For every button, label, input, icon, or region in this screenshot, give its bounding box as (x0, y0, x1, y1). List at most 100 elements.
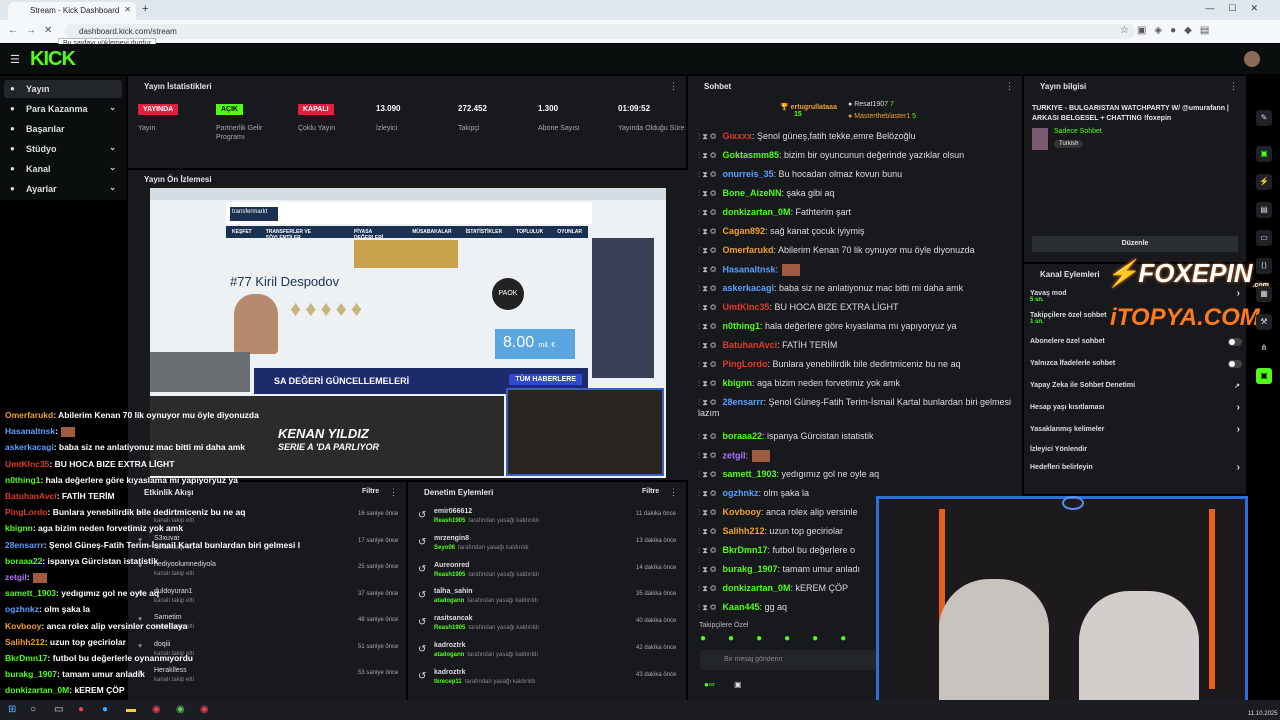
channel-action-row[interactable]: Yapay Zeka ile Sohbet Denetimi ↗ (1030, 382, 1242, 396)
sidebar-item-4[interactable]: ● Kanal ⌄ (4, 160, 122, 178)
moderated-user[interactable]: Aureonred (434, 562, 469, 569)
dashboard-icon[interactable]: ▣ (1256, 146, 1272, 162)
moderation-icons[interactable]: ⫶ ⧗ ◎ (698, 246, 716, 255)
new-tab-icon[interactable]: + (142, 3, 148, 15)
chat-username[interactable]: Cagan892 (722, 226, 765, 236)
moderation-icons[interactable]: ⫶ ⧗ ◎ (698, 508, 716, 517)
chat-message[interactable]: ⫶ ⧗ ◎ n0thing1: hala değerlere göre kıyas… (698, 321, 1016, 332)
pencil-icon[interactable]: ✎ (1256, 110, 1272, 126)
activity-filter[interactable]: Filtre (362, 488, 379, 495)
chat-username[interactable]: burakg_1907 (722, 564, 777, 574)
moderation-icons[interactable]: ⫶ ⧗ ◎ (698, 451, 716, 460)
extension-icons[interactable]: ☆▣◈●◆▤ (1120, 25, 1217, 36)
chat-username[interactable]: Hasanaltnsk (722, 264, 775, 274)
search-icon[interactable]: ○ (30, 704, 36, 715)
channel-action-row[interactable]: İzleyici Yönlendir (1030, 446, 1242, 460)
address-bar[interactable]: dashboard.kick.com/stream (65, 24, 1135, 39)
emote-row[interactable]: ●●●●●● (700, 633, 868, 644)
channel-action-row[interactable]: Yalnızca İfadelerle sohbet (1030, 360, 1242, 374)
moderation-icons[interactable]: ⫶ ⧗ ◎ (698, 379, 716, 388)
browser-tab[interactable]: Stream - Kick Dashboard ✕ (8, 2, 136, 20)
sidebar-item-1[interactable]: ● Para Kazanma ⌄ (4, 100, 122, 118)
emote-picker-icon[interactable]: ●∞ (704, 680, 715, 689)
back-icon[interactable]: ← (8, 25, 18, 36)
obs-icon[interactable]: ◉ (200, 704, 209, 715)
chat-username[interactable]: Omerfarukd (722, 245, 773, 255)
channel-action-row[interactable]: Yavaş mod 5 sn. › (1030, 288, 1242, 304)
chat-message[interactable]: ⫶ ⧗ ◎ Hasanaltnsk: (698, 264, 1016, 276)
sidebar-item-3[interactable]: ● Stüdyo ⌄ (4, 140, 122, 158)
moderation-icons[interactable]: ⫶ ⧗ ◎ (698, 284, 716, 293)
moderation-icons[interactable]: ⫶ ⧗ ◎ (698, 398, 716, 407)
stop-icon[interactable]: ✕ (44, 25, 52, 36)
channel-action-row[interactable]: Yasaklanmış kelimeler › (1030, 424, 1242, 440)
moderation-icons[interactable]: ⫶ ⧗ ◎ (698, 208, 716, 217)
moderation-icons[interactable]: ⫶ ⧗ ◎ (698, 132, 716, 141)
chat-username[interactable]: BkrDmn17 (722, 545, 767, 555)
chat-message[interactable]: ⫶ ⧗ ◎ boraaa22: ispanya Gürcistan istatis… (698, 431, 1016, 442)
moderation-icons[interactable]: ⫶ ⧗ ◎ (698, 603, 716, 612)
moderation-icons[interactable]: ⫶ ⧗ ◎ (698, 527, 716, 536)
moderation-icons[interactable]: ⫶ ⧗ ◎ (698, 470, 716, 479)
chat-message[interactable]: ⫶ ⧗ ◎ Bone_AizeNN: şaka gibi aq (698, 188, 1016, 199)
chat-username[interactable]: zetgil (722, 450, 745, 460)
message-icon[interactable]: ▭ (1256, 230, 1272, 246)
window-controls[interactable]: —☐✕ (1205, 3, 1272, 14)
more-icon[interactable]: ⋮ (389, 487, 398, 498)
chat-username[interactable]: Kovbooy (722, 507, 761, 517)
chat-message[interactable]: ⫶ ⧗ ◎ Omerfarukd: Abilerim Kenan 70 lik o… (698, 245, 1016, 256)
moderation-icons[interactable]: ⫶ ⧗ ◎ (698, 189, 716, 198)
moderation-icons[interactable]: ⫶ ⧗ ◎ (698, 265, 716, 274)
chat-username[interactable]: onurreis_35 (722, 169, 773, 179)
chat-username[interactable]: Bone_AizeNN (722, 188, 781, 198)
chat-message[interactable]: ⫶ ⧗ ◎ UmtKlnc35: BU HOCA BIZE EXTRA LİGHT (698, 302, 1016, 313)
moderation-icons[interactable]: ⫶ ⧗ ◎ (698, 303, 716, 312)
moderation-icons[interactable]: ⫶ ⧗ ◎ (698, 565, 716, 574)
sidebar-item-0[interactable]: ● Yayın (4, 80, 122, 98)
chat-username[interactable]: donkizartan_0M (722, 583, 790, 593)
chat-message[interactable]: ⫶ ⧗ ◎ onurreis_35: Bu hocadan olmaz kovun… (698, 169, 1016, 180)
chat-username[interactable]: kbignn (722, 378, 752, 388)
chat-message[interactable]: ⫶ ⧗ ◎ Goktasmm85: bizim bir oyuncunun değ… (698, 150, 1016, 161)
chat-username[interactable]: askerkacagi (722, 283, 774, 293)
chat-username[interactable]: BatuhanAvci (722, 340, 777, 350)
moderation-icons[interactable]: ⫶ ⧗ ◎ (698, 227, 716, 236)
moderation-icons[interactable]: ⫶ ⧗ ◎ (698, 432, 716, 441)
toggle-switch[interactable] (1228, 338, 1242, 346)
moderation-icons[interactable]: ⫶ ⧗ ◎ (698, 584, 716, 593)
more-icon[interactable]: ⋮ (669, 487, 678, 498)
chat-message[interactable]: ⫶ ⧗ ◎ zetgil: (698, 450, 1016, 462)
chat-message[interactable]: ⫶ ⧗ ◎ 28ensarrr: Şenol Güneş-Fatih Terim-… (698, 397, 1016, 418)
chat-username[interactable]: Salihh212 (722, 526, 764, 536)
chat-username[interactable]: Goktasmm85 (722, 150, 779, 160)
windows-start-icon[interactable]: ⊞ (8, 704, 16, 715)
moderated-user[interactable]: emir066612 (434, 508, 472, 515)
moderated-user[interactable]: mrzengin8 (434, 535, 469, 542)
close-icon[interactable]: ✕ (124, 5, 131, 14)
chrome-icon[interactable]: ◉ (152, 704, 161, 715)
moderation-icons[interactable]: ⫶ ⧗ ◎ (698, 341, 716, 350)
moderation-icons[interactable]: ⫶ ⧗ ◎ (698, 546, 716, 555)
chat-message[interactable]: ⫶ ⧗ ◎ Gıxxxx: Şenol güneş,fatih tekke,emr… (698, 131, 1016, 142)
code-icon[interactable]: ⟨⟩ (1256, 258, 1272, 274)
chat-message[interactable]: ⫶ ⧗ ◎ donkizartan_0M: Fathterim şart (698, 207, 1016, 218)
moderated-user[interactable]: kadroztrk (434, 642, 466, 649)
moderation-icons[interactable]: ⫶ ⧗ ◎ (698, 322, 716, 331)
more-icon[interactable]: ⋮ (1005, 81, 1014, 92)
share-icon[interactable]: ⋔ (1256, 340, 1272, 356)
edge-icon[interactable]: ● (102, 704, 108, 715)
chat-username[interactable]: Kaan445 (722, 602, 759, 612)
chat-input[interactable]: Bir mesaj gönderin (700, 650, 876, 670)
moderated-user[interactable]: talha_sahin (434, 588, 473, 595)
chat-username[interactable]: n0thing1 (722, 321, 760, 331)
chat-username[interactable]: Gıxxxx (722, 131, 752, 141)
clipboard-icon[interactable]: ▤ (1256, 202, 1272, 218)
more-icon[interactable]: ⋮ (669, 81, 678, 92)
moderation-icons[interactable]: ⫶ ⧗ ◎ (698, 489, 716, 498)
menu-icon[interactable]: ☰ (10, 53, 20, 66)
chat-settings-icon[interactable]: ▣ (734, 680, 742, 689)
chat-username[interactable]: donkizartan_0M (722, 207, 790, 217)
moderated-user[interactable]: kadroztrk (434, 669, 466, 676)
more-icon[interactable]: ⋮ (1229, 81, 1238, 92)
chat-message[interactable]: ⫶ ⧗ ◎ Cagan892: sağ kanat çocuk iyiymiş (698, 226, 1016, 237)
